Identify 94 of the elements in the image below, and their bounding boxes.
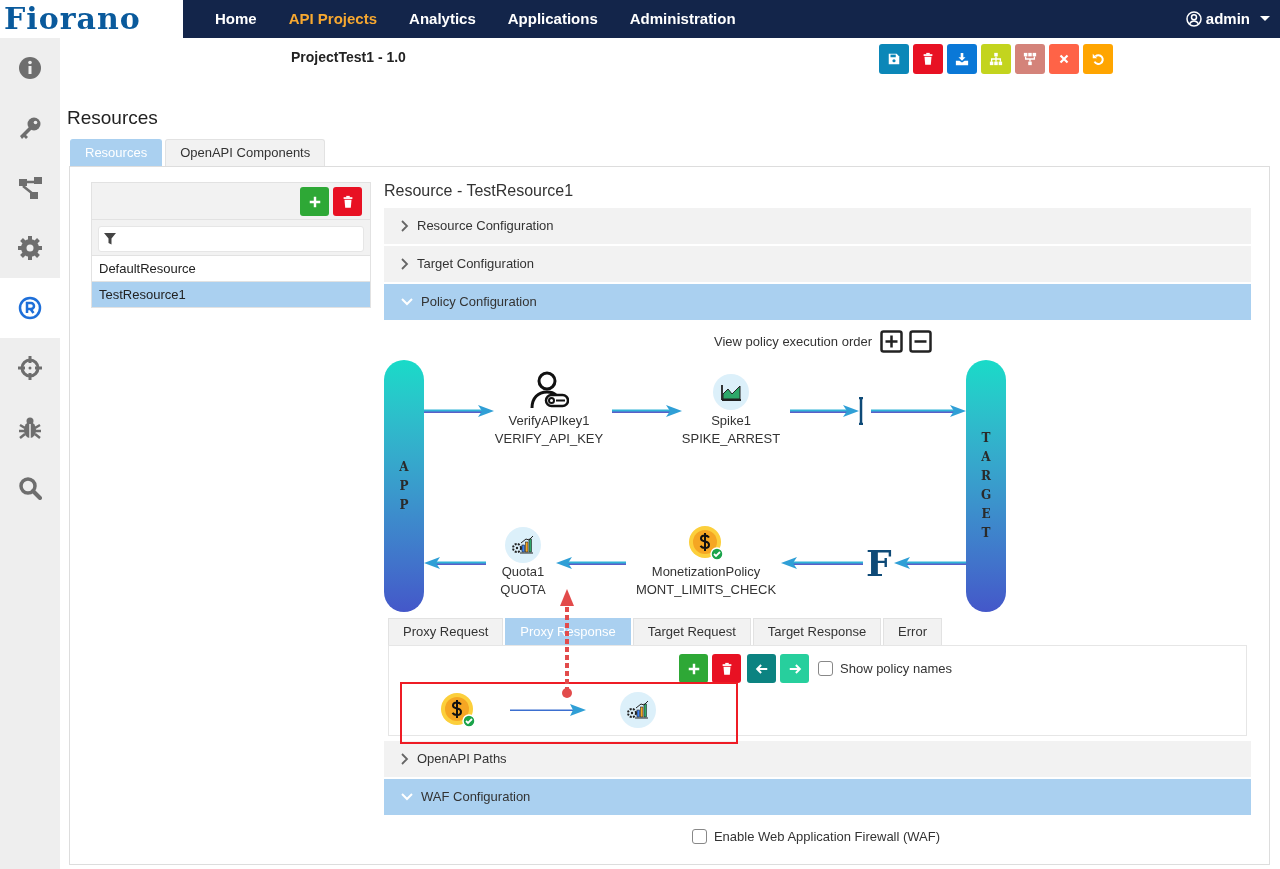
add-button[interactable]	[679, 654, 708, 683]
key-icon	[18, 116, 42, 140]
flow-arrow	[894, 557, 966, 569]
sitemap-icon	[989, 52, 1003, 66]
f-mark: F	[866, 546, 892, 580]
close-button[interactable]	[1049, 44, 1079, 74]
nav-link[interactable]: Analytics	[409, 7, 476, 31]
minus-box-icon	[909, 330, 932, 353]
gear-bar-chart-icon	[620, 692, 656, 728]
download-button[interactable]	[947, 44, 977, 74]
download-icon	[955, 52, 969, 66]
bug-icon	[18, 416, 42, 440]
tab[interactable]: OpenAPI Components	[165, 139, 326, 166]
caret-icon	[1260, 16, 1270, 22]
checkbox-label: Enable Web Application Firewall (WAF)	[713, 828, 941, 846]
logo[interactable]: Fiorano	[4, 4, 141, 34]
policy-name[interactable]: VerifyAPIkey1	[508, 412, 590, 430]
chevron-right-icon	[401, 753, 409, 765]
flow-arrow	[612, 405, 682, 417]
accordion-header[interactable]: OpenAPI Paths	[384, 741, 1251, 777]
policy-type: MONT_LIMITS_CHECK	[635, 581, 777, 599]
filter-field[interactable]	[98, 226, 364, 252]
endpoint-label: APP	[398, 458, 410, 514]
save-icon	[887, 52, 901, 66]
resource-list-item[interactable]: TestResource1	[92, 281, 370, 307]
plus-icon	[686, 661, 701, 676]
registered-icon	[18, 296, 42, 320]
network-button[interactable]	[1015, 44, 1045, 74]
bracket-icon	[858, 397, 864, 425]
collapse-button[interactable]	[909, 330, 932, 353]
policy-type: SPIKE_ARREST	[681, 430, 781, 448]
person-key-icon	[529, 370, 569, 410]
user-icon	[1185, 11, 1202, 27]
accordion-header[interactable]: Resource Configuration	[384, 208, 1251, 244]
policy-name[interactable]: Spike1	[711, 412, 751, 430]
search-icon	[18, 476, 42, 500]
execution-order-label: View policy execution order	[714, 332, 872, 351]
policy-tab[interactable]: Proxy Request	[388, 618, 504, 645]
delete-button[interactable]	[913, 44, 943, 74]
policy-type: VERIFY_API_KEY	[494, 430, 604, 448]
policy-name[interactable]: MonetizationPolicy	[651, 563, 761, 581]
page-heading: Resources	[67, 106, 159, 130]
gear-bar-chart-icon	[505, 527, 541, 563]
undo-icon	[1091, 52, 1105, 66]
checkbox[interactable]	[818, 661, 833, 676]
policy-type: QUOTA	[500, 581, 546, 599]
policy-tab[interactable]: Target Response	[752, 618, 882, 645]
coin-check-icon	[440, 692, 476, 728]
flow-arrow	[556, 557, 626, 569]
project-title: ProjectTest1 - 1.0	[291, 48, 406, 67]
gear-icon	[18, 236, 42, 260]
user-menu[interactable]: admin	[1185, 7, 1270, 31]
endpoint-label: TARGET	[980, 430, 992, 542]
chevron-down-icon	[401, 793, 413, 801]
filter-icon	[103, 232, 117, 246]
info-icon	[18, 56, 42, 80]
trash-icon	[921, 52, 935, 66]
right-arrow-icon	[787, 661, 802, 676]
plus-box-icon	[880, 330, 903, 353]
checkbox[interactable]	[691, 829, 707, 845]
policy-tab[interactable]: Target Request	[632, 618, 751, 645]
nav-link[interactable]: Applications	[507, 7, 598, 31]
chevron-down-icon	[401, 298, 413, 306]
chevron-right-icon	[401, 220, 409, 232]
flow-arrow	[424, 405, 494, 417]
resource-title: Resource - TestResource1	[384, 182, 575, 200]
move-left-button[interactable]	[747, 654, 776, 683]
nav-link[interactable]: Home	[215, 7, 257, 31]
accordion-header[interactable]: WAF Configuration	[384, 779, 1251, 815]
coin-check-icon	[688, 525, 724, 561]
network-icon	[1023, 52, 1037, 66]
hierarchy-icon	[18, 176, 42, 200]
accordion-header[interactable]: Target Configuration	[384, 246, 1251, 282]
area-chart-icon	[713, 374, 749, 410]
policy-tab[interactable]: Error	[883, 618, 942, 645]
accordion-header[interactable]: Policy Configuration	[384, 284, 1251, 320]
nav-link[interactable]: Administration	[629, 7, 736, 31]
flow-arrow	[424, 557, 486, 569]
save-button[interactable]	[879, 44, 909, 74]
chevron-right-icon	[401, 258, 409, 270]
add-button[interactable]	[300, 187, 329, 216]
nav-link[interactable]: API Projects	[288, 7, 378, 31]
sidebar-item[interactable]	[0, 278, 60, 338]
delete-button[interactable]	[333, 187, 362, 216]
crosshair-icon	[18, 356, 42, 380]
plus-icon	[307, 194, 322, 209]
close-icon	[1057, 52, 1071, 66]
left-arrow-icon	[754, 661, 769, 676]
resource-list-item[interactable]: DefaultResource	[92, 255, 370, 281]
checkbox-label: Show policy names	[840, 659, 952, 678]
expand-button[interactable]	[880, 330, 903, 353]
delete-button[interactable]	[712, 654, 741, 683]
flow-arrow	[790, 405, 859, 417]
policy-name[interactable]: Quota1	[501, 563, 545, 581]
